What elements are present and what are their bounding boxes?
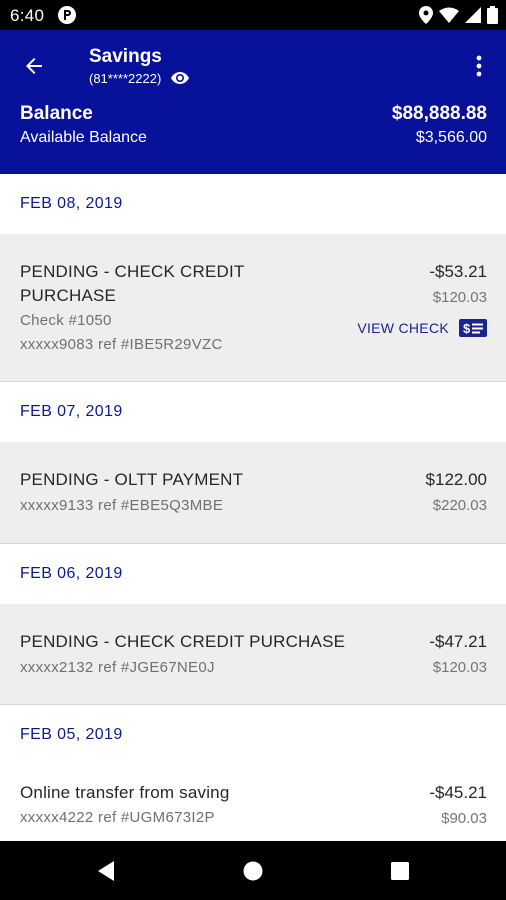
back-button[interactable] bbox=[14, 46, 54, 86]
account-title: Savings bbox=[89, 46, 162, 67]
transaction-reference: xxxxx4222 ref #UGM673I2P bbox=[20, 809, 215, 826]
transaction-amount: -$47.21 bbox=[429, 632, 487, 651]
transaction-row[interactable]: PENDING - OLTT PAYMENT xxxxx9133 ref #EB… bbox=[0, 442, 506, 544]
running-balance: $120.03 bbox=[432, 659, 487, 676]
more-vert-icon bbox=[476, 55, 482, 77]
status-bar: 6:40 bbox=[0, 0, 506, 30]
more-options-button[interactable] bbox=[464, 48, 494, 84]
running-balance: $90.03 bbox=[441, 810, 487, 827]
signal-icon bbox=[465, 7, 481, 23]
balance-label: Balance bbox=[20, 103, 93, 124]
transaction-reference: xxxxx2132 ref #JGE67NE0J bbox=[20, 659, 215, 676]
eye-icon bbox=[171, 72, 190, 84]
triangle-back-icon bbox=[98, 861, 114, 881]
date-header: FEB 08, 2019 bbox=[0, 174, 506, 234]
transaction-row[interactable]: PENDING - CHECK CREDIT PURCHASE Check #1… bbox=[0, 234, 506, 382]
transaction-row[interactable]: PENDING - CHECK CREDIT PURCHASE xxxxx213… bbox=[0, 604, 506, 705]
transaction-row[interactable]: Online transfer from saving xxxxx4222 re… bbox=[0, 765, 506, 841]
svg-text:$: $ bbox=[463, 321, 471, 336]
app-notification-icon bbox=[58, 6, 76, 24]
transaction-description-line: PURCHASE bbox=[20, 286, 117, 305]
circle-home-icon bbox=[243, 861, 263, 881]
square-recents-icon bbox=[391, 862, 409, 880]
balance-value: $88,888.88 bbox=[391, 103, 487, 124]
account-number: (81****2222) bbox=[89, 70, 162, 86]
transaction-list[interactable]: FEB 08, 2019 PENDING - CHECK CREDIT PURC… bbox=[0, 174, 506, 841]
transaction-description: PENDING - OLTT PAYMENT bbox=[20, 470, 244, 489]
location-icon bbox=[419, 6, 433, 24]
running-balance: $220.03 bbox=[432, 497, 487, 514]
system-navigation-bar bbox=[0, 841, 506, 900]
date-header: FEB 05, 2019 bbox=[0, 705, 506, 765]
transaction-description: PENDING - CHECK CREDIT PURCHASE bbox=[20, 632, 346, 651]
transaction-amount: $122.00 bbox=[425, 470, 487, 489]
status-time: 6:40 bbox=[10, 6, 45, 25]
account-number-row: (81****2222) bbox=[89, 70, 190, 86]
running-balance: $120.03 bbox=[432, 289, 487, 306]
transaction-reference: xxxxx9133 ref #EBE5Q3MBE bbox=[20, 497, 224, 514]
available-balance-label: Available Balance bbox=[20, 129, 147, 146]
transaction-description-line: PENDING - CHECK CREDIT bbox=[20, 262, 245, 281]
wifi-icon bbox=[439, 7, 459, 23]
nav-home-button[interactable] bbox=[239, 857, 267, 885]
check-number: Check #1050 bbox=[20, 312, 112, 329]
transaction-description: Online transfer from saving bbox=[20, 783, 230, 802]
app-root: 6:40 Savings (81****2222) Balance $88,88… bbox=[0, 0, 506, 900]
nav-back-button[interactable] bbox=[92, 857, 120, 885]
date-header: FEB 07, 2019 bbox=[0, 382, 506, 442]
transaction-amount: -$45.21 bbox=[429, 783, 487, 802]
available-balance-value: $3,566.00 bbox=[415, 129, 487, 146]
view-check-button[interactable]: VIEW CHECK $ bbox=[357, 319, 487, 337]
show-account-number-button[interactable] bbox=[170, 70, 190, 86]
date-header: FEB 06, 2019 bbox=[0, 544, 506, 604]
battery-icon bbox=[487, 6, 498, 24]
transaction-description: PENDING - CHECK CREDIT PURCHASE bbox=[20, 260, 244, 308]
check-icon: $ bbox=[459, 319, 487, 337]
arrow-back-icon bbox=[26, 58, 42, 74]
nav-recents-button[interactable] bbox=[386, 857, 414, 885]
status-icons bbox=[419, 5, 498, 25]
account-header: Savings (81****2222) Balance $88,888.88 … bbox=[0, 30, 506, 174]
transaction-reference: xxxxx9083 ref #IBE5R29VZC bbox=[20, 336, 223, 353]
transaction-amount: -$53.21 bbox=[429, 262, 487, 281]
view-check-label: VIEW CHECK bbox=[357, 320, 449, 336]
